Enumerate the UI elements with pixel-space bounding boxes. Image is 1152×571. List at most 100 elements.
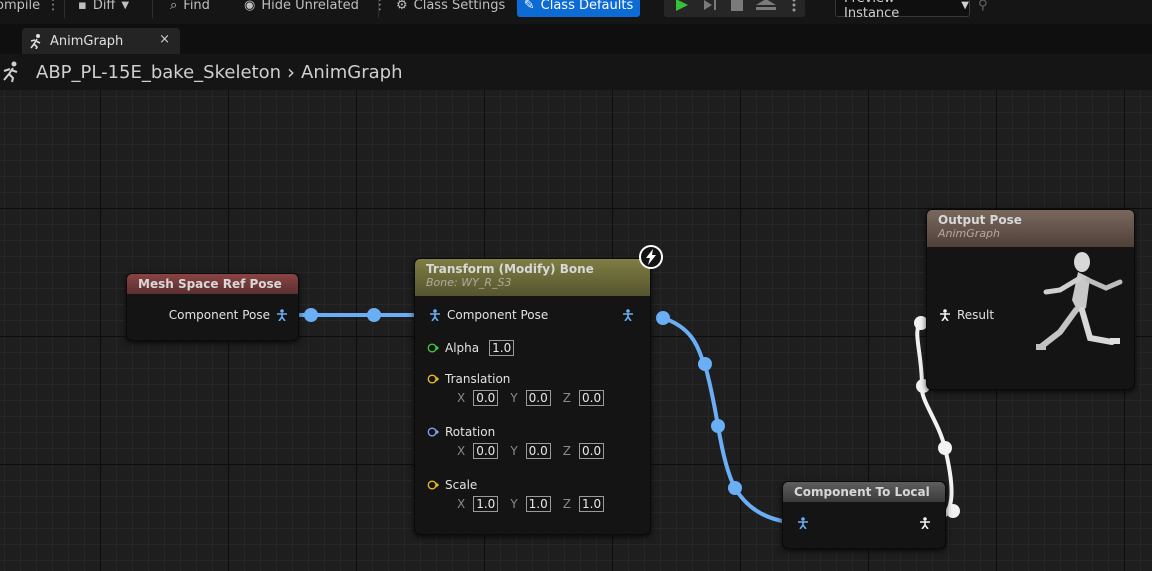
axis-label: X <box>457 444 466 458</box>
axis-label: Y <box>510 444 518 458</box>
class-defaults-button[interactable]: ✎ Class Defaults <box>517 0 640 17</box>
component-pose-input-pin[interactable]: Component Pose <box>429 308 548 322</box>
step-icon <box>704 0 712 10</box>
debug-filter-icon[interactable]: ⚲ <box>978 0 988 16</box>
breadcrumb-graph: AnimGraph <box>301 61 403 83</box>
pin-label: Rotation <box>445 425 496 439</box>
tab-bar: AnimGraph × <box>0 24 1152 54</box>
play-controls-icons <box>676 0 796 12</box>
axis-label: Z <box>562 497 571 511</box>
scale-pin[interactable]: Scale <box>427 478 477 492</box>
preview-instance-dropdown[interactable]: Preview Instance ▼ <box>835 0 970 21</box>
axis-label: Y <box>510 497 518 511</box>
result-input-pin[interactable]: Result <box>939 308 994 322</box>
compile-options-icon[interactable]: ⋮ <box>46 0 60 13</box>
component-to-local-node[interactable]: Component To Local <box>782 481 946 549</box>
pin-label: Alpha <box>445 341 480 355</box>
pose-output-pin-icon[interactable] <box>622 309 634 321</box>
reroute-knot <box>304 308 318 322</box>
rotator-pin-icon <box>427 427 439 437</box>
node-header: Transform (Modify) Bone Bone: WY_R_S3 <box>415 259 650 296</box>
pin-label: Translation <box>445 372 511 386</box>
compile-button[interactable]: ompile ⋮ <box>0 0 60 16</box>
find-button[interactable]: ⌕ Find <box>170 0 210 16</box>
hide-unrelated-label: Hide Unrelated <box>261 0 359 13</box>
pin-label: Component Pose <box>168 308 270 322</box>
diff-label: Diff <box>92 0 116 13</box>
scale-z-field[interactable]: 1.0 <box>579 496 605 512</box>
find-label: Find <box>183 0 210 13</box>
float-pin-icon <box>427 343 439 353</box>
diff-button[interactable]: ▪ Diff ▼ <box>78 0 129 16</box>
translation-z-field[interactable]: 0.0 <box>579 390 605 406</box>
component-pose-output-pin[interactable]: Component Pose <box>169 308 288 322</box>
mesh-space-ref-pose-node[interactable]: Mesh Space Ref Pose Component Pose <box>126 273 299 341</box>
tab-animgraph[interactable]: AnimGraph × <box>22 28 180 54</box>
vector-pin-icon <box>427 374 439 384</box>
node-header: Output Pose AnimGraph <box>927 210 1134 247</box>
axis-label: X <box>457 497 466 511</box>
axis-label: Z <box>562 444 571 458</box>
class-defaults-label: Class Defaults <box>540 0 634 13</box>
alpha-pin[interactable]: Alpha 1.0 <box>427 340 515 356</box>
compile-label: ompile <box>0 0 41 13</box>
hide-unrelated-options-icon[interactable]: ⋮ <box>373 0 387 13</box>
node-header: Component To Local <box>783 482 945 502</box>
pose-pin-icon <box>430 309 440 321</box>
node-header: Mesh Space Ref Pose <box>127 274 298 294</box>
pin-label: Scale <box>445 478 478 492</box>
node-title: Output Pose <box>938 213 1022 227</box>
rotation-y-field[interactable]: 0.0 <box>525 443 551 459</box>
rotation-z-field[interactable]: 0.0 <box>579 443 605 459</box>
translation-x-field[interactable]: 0.0 <box>473 390 499 406</box>
translation-fields: X 0.0 Y 0.0 Z 0.0 <box>451 390 605 406</box>
scale-x-field[interactable]: 1.0 <box>473 496 499 512</box>
rotation-pin[interactable]: Rotation <box>427 425 495 439</box>
translation-pin[interactable]: Translation <box>427 372 510 386</box>
reroute-knot <box>367 308 381 322</box>
play-controls <box>664 0 805 17</box>
translation-y-field[interactable]: 0.0 <box>525 390 551 406</box>
pin-label: Component Pose <box>447 308 549 322</box>
axis-label: X <box>457 391 466 405</box>
pose-pin-icon <box>277 309 287 321</box>
fast-path-lightning-icon <box>639 245 663 269</box>
node-title: Component To Local <box>794 485 930 499</box>
running-man-icon <box>3 61 18 83</box>
toolbar-divider <box>64 0 65 18</box>
vector-pin-icon <box>427 480 439 490</box>
pose-input-pin-icon[interactable] <box>797 517 809 529</box>
preview-instance-label: Preview Instance <box>844 0 900 21</box>
tab-label: AnimGraph <box>50 33 124 49</box>
transform-modify-bone-node[interactable]: Transform (Modify) Bone Bone: WY_R_S3 Co… <box>414 258 651 535</box>
scale-y-field[interactable]: 1.0 <box>525 496 551 512</box>
chevron-down-icon: ▼ <box>961 0 969 11</box>
search-icon: ⌕ <box>170 0 178 13</box>
axis-label: Z <box>562 391 571 405</box>
hide-unrelated-button[interactable]: ◉ Hide Unrelated ⋮ <box>244 0 387 16</box>
breadcrumb-separator: › <box>287 60 296 84</box>
class-settings-button[interactable]: ⚙ Class Settings <box>396 0 505 16</box>
chevron-down-icon: ▼ <box>121 0 130 11</box>
graph-canvas[interactable]: Mesh Space Ref Pose Component Pose Trans… <box>0 90 1152 571</box>
main-toolbar: ompile ⋮ ▪ Diff ▼ ⌕ Find ◉ Hide Unrelate… <box>0 0 1152 24</box>
breadcrumb: ABP_PL-15E_bake_Skeleton › AnimGraph <box>0 54 1152 90</box>
eye-icon: ◉ <box>244 0 256 13</box>
toolbar-divider <box>378 0 379 18</box>
breadcrumb-blueprint[interactable]: ABP_PL-15E_bake_Skeleton <box>36 62 281 83</box>
local-pose-output-pin-icon[interactable] <box>919 517 931 529</box>
axis-label: Y <box>510 391 518 405</box>
running-man-icon <box>30 34 41 49</box>
rotation-x-field[interactable]: 0.0 <box>473 443 499 459</box>
toolbar-divider <box>152 0 153 18</box>
scale-fields: X 1.0 Y 1.0 Z 1.0 <box>451 496 605 512</box>
play-icon <box>676 0 688 11</box>
running-mannequin-icon <box>1036 252 1123 350</box>
node-title: Transform (Modify) Bone <box>426 262 594 276</box>
alpha-value-field[interactable]: 1.0 <box>489 340 515 356</box>
rotation-fields: X 0.0 Y 0.0 Z 0.0 <box>451 443 605 459</box>
pin-label: Result <box>957 308 995 322</box>
gear-icon: ⚙ <box>396 0 408 13</box>
output-pose-node[interactable]: Output Pose AnimGraph Result <box>926 209 1135 390</box>
close-icon[interactable]: × <box>159 32 170 47</box>
